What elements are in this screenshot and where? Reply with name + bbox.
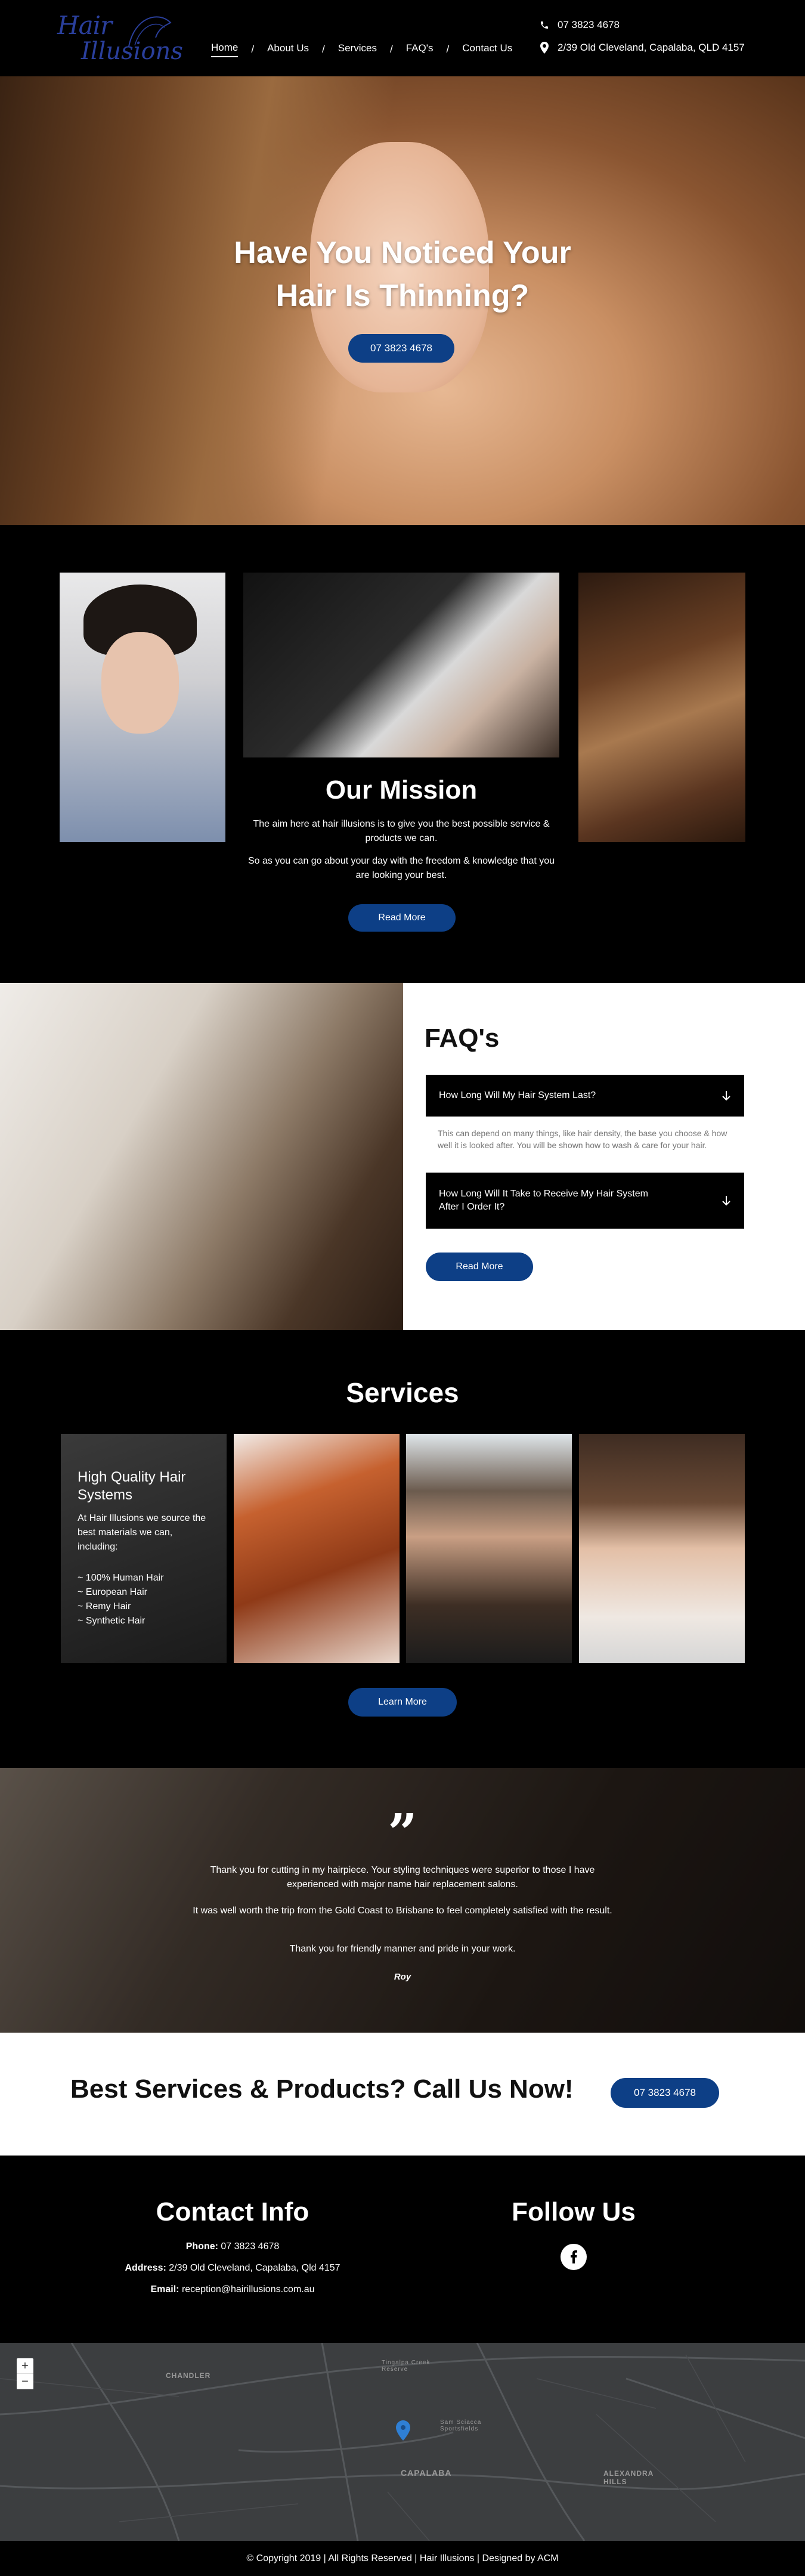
- nav-home[interactable]: Home: [211, 42, 239, 57]
- contact-phone: Phone: 07 3823 4678: [101, 2241, 364, 2252]
- nav-services[interactable]: Services: [338, 42, 377, 57]
- map-zoom-controls: + −: [17, 2358, 33, 2389]
- map-label-sportsfields: Sam Sciacca Sportsfields: [440, 2419, 482, 2432]
- contact-title: Contact Info: [156, 2197, 309, 2226]
- contact-email: Email: reception@hairillusions.com.au: [101, 2284, 364, 2295]
- nav-separator: /: [446, 44, 450, 55]
- barber-cutting-image: [243, 573, 559, 757]
- phone-icon: [541, 21, 548, 29]
- list-item: ~ Synthetic Hair: [78, 1616, 145, 1626]
- faq-read-more-button[interactable]: Read More: [426, 1253, 533, 1281]
- bearded-man-image: [406, 1434, 572, 1663]
- service-card-text: At Hair Illusions we source the best mat…: [78, 1513, 206, 1552]
- faq-title: FAQ's: [425, 1023, 500, 1053]
- nav-separator: /: [251, 44, 255, 55]
- faq-answer-1: This can depend on many things, like hai…: [438, 1128, 727, 1150]
- header-address[interactable]: 2/39 Old Cleveland, Capalaba, QLD 4157: [540, 42, 745, 54]
- mission-title: Our Mission: [325, 775, 478, 805]
- faq-section: FAQ's How Long Will My Hair System Last?…: [0, 983, 805, 1330]
- hero-title: Have You Noticed Your Hair Is Thinning?: [0, 231, 805, 317]
- mission-section: Our Mission The aim here at hair illusio…: [0, 525, 805, 983]
- facebook-icon[interactable]: [561, 2244, 587, 2270]
- quote-icon: ”: [388, 1803, 417, 1863]
- hairdresser-blowdry-image: [0, 983, 403, 1330]
- nav-about-us[interactable]: About Us: [267, 42, 309, 57]
- service-card-hair-systems: High Quality Hair Systems At Hair Illusi…: [61, 1434, 227, 1663]
- list-item: ~ European Hair: [78, 1587, 147, 1597]
- service-hair-list: ~ 100% Human Hair ~ European Hair ~ Remy…: [78, 1571, 164, 1628]
- logo-face-icon: [128, 16, 172, 47]
- zoom-in-button[interactable]: +: [17, 2358, 33, 2374]
- map-marker-icon[interactable]: [396, 2420, 410, 2441]
- faq-question-1[interactable]: How Long Will My Hair System Last?: [426, 1075, 744, 1117]
- contact-email-label: Email:: [150, 2284, 179, 2294]
- testimonial-text-2: It was well worth the trip from the Gold…: [193, 1906, 612, 1916]
- zoom-out-button[interactable]: −: [17, 2374, 33, 2389]
- map-label-capalaba: CAPALABA: [401, 2468, 452, 2478]
- hero-phone-button[interactable]: 07 3823 4678: [348, 334, 454, 363]
- contact-address-text: 2/39 Old Cleveland, Capalaba, Qld 4157: [169, 2263, 340, 2273]
- footer-copyright: © Copyright 2019 | All Rights Reserved |…: [246, 2553, 559, 2563]
- testimonial-text-3: Thank you for friendly manner and pride …: [289, 1944, 516, 1954]
- mission-text-2: So as you can go about your day with the…: [247, 856, 555, 880]
- location-map[interactable]: CHANDLER CAPALABA ALEXANDRA HILLS Tingal…: [0, 2343, 805, 2541]
- header-address-text: 2/39 Old Cleveland, Capalaba, QLD 4157: [558, 42, 745, 53]
- contact-section: Contact Info Phone: 07 3823 4678 Address…: [0, 2156, 805, 2343]
- logo[interactable]: Hair Illusions: [57, 11, 183, 64]
- service-card-title: High Quality Hair Systems: [78, 1469, 186, 1503]
- faq-question-2-text: How Long Will It Take to Receive My Hair…: [439, 1189, 648, 1212]
- services-title: Services: [346, 1377, 459, 1408]
- map-label-reserve: Tingalpa Creek Reserve: [382, 2359, 431, 2373]
- cta-phone-button[interactable]: 07 3823 4678: [611, 2078, 719, 2108]
- list-item: ~ Remy Hair: [78, 1601, 131, 1612]
- contact-address-label: Address:: [125, 2263, 166, 2273]
- contact-address: Address: 2/39 Old Cleveland, Capalaba, Q…: [101, 2263, 364, 2274]
- testimonial-section: ” Thank you for cutting in my hairpiece.…: [0, 1768, 805, 2033]
- logo-text-line1: Hair: [57, 11, 112, 40]
- contact-phone-link[interactable]: 07 3823 4678: [221, 2241, 279, 2252]
- red-hair-woman-image: [234, 1434, 400, 1663]
- mission-read-more-button[interactable]: Read More: [348, 904, 456, 932]
- services-section: Services High Quality Hair Systems At Ha…: [0, 1330, 805, 1768]
- faq-question-1-text: How Long Will My Hair System Last?: [439, 1090, 596, 1100]
- nav-contact-us[interactable]: Contact Us: [462, 42, 512, 57]
- header-phone[interactable]: 07 3823 4678: [540, 19, 620, 31]
- short-hair-woman-image: [60, 573, 225, 842]
- testimonial-text-1: Thank you for cutting in my hairpiece. Y…: [210, 1865, 595, 1890]
- testimonial-author: Roy: [394, 1972, 411, 1982]
- call-to-action-section: Best Services & Products? Call Us Now! 0…: [0, 2033, 805, 2156]
- nav-faqs[interactable]: FAQ's: [406, 42, 434, 57]
- cta-title: Best Services & Products? Call Us Now!: [70, 2074, 574, 2104]
- contact-phone-label: Phone:: [185, 2241, 218, 2252]
- site-header: Hair Illusions Home / About Us / Service…: [0, 0, 805, 76]
- follow-us-title: Follow Us: [512, 2197, 636, 2226]
- site-footer: © Copyright 2019 | All Rights Reserved |…: [0, 2541, 805, 2576]
- map-label-alexandra-hills: ALEXANDRA HILLS: [603, 2469, 654, 2486]
- arrow-down-icon: [722, 1091, 730, 1101]
- hero-title-line1: Have You Noticed Your: [234, 236, 571, 270]
- list-item: ~ 100% Human Hair: [78, 1573, 164, 1583]
- smiling-woman-image: [579, 1434, 745, 1663]
- hero-section: Have You Noticed Your Hair Is Thinning? …: [0, 76, 805, 525]
- nav-separator: /: [389, 44, 393, 55]
- services-learn-more-button[interactable]: Learn More: [348, 1688, 457, 1717]
- map-label-chandler: CHANDLER: [166, 2371, 211, 2380]
- face-shape: [101, 632, 179, 734]
- mission-text-1: The aim here at hair illusions is to giv…: [253, 819, 550, 843]
- arrow-down-icon: [722, 1196, 730, 1206]
- faq-question-2[interactable]: How Long Will It Take to Receive My Hair…: [426, 1173, 744, 1229]
- main-nav: Home / About Us / Services / FAQ's / Con…: [211, 42, 512, 57]
- header-phone-text: 07 3823 4678: [558, 19, 620, 30]
- nav-separator: /: [322, 44, 325, 55]
- location-pin-icon: [540, 42, 549, 54]
- contact-email-link[interactable]: reception@hairillusions.com.au: [182, 2284, 315, 2294]
- long-hair-woman-image: [578, 573, 745, 842]
- hero-title-line2: Hair Is Thinning?: [275, 279, 530, 313]
